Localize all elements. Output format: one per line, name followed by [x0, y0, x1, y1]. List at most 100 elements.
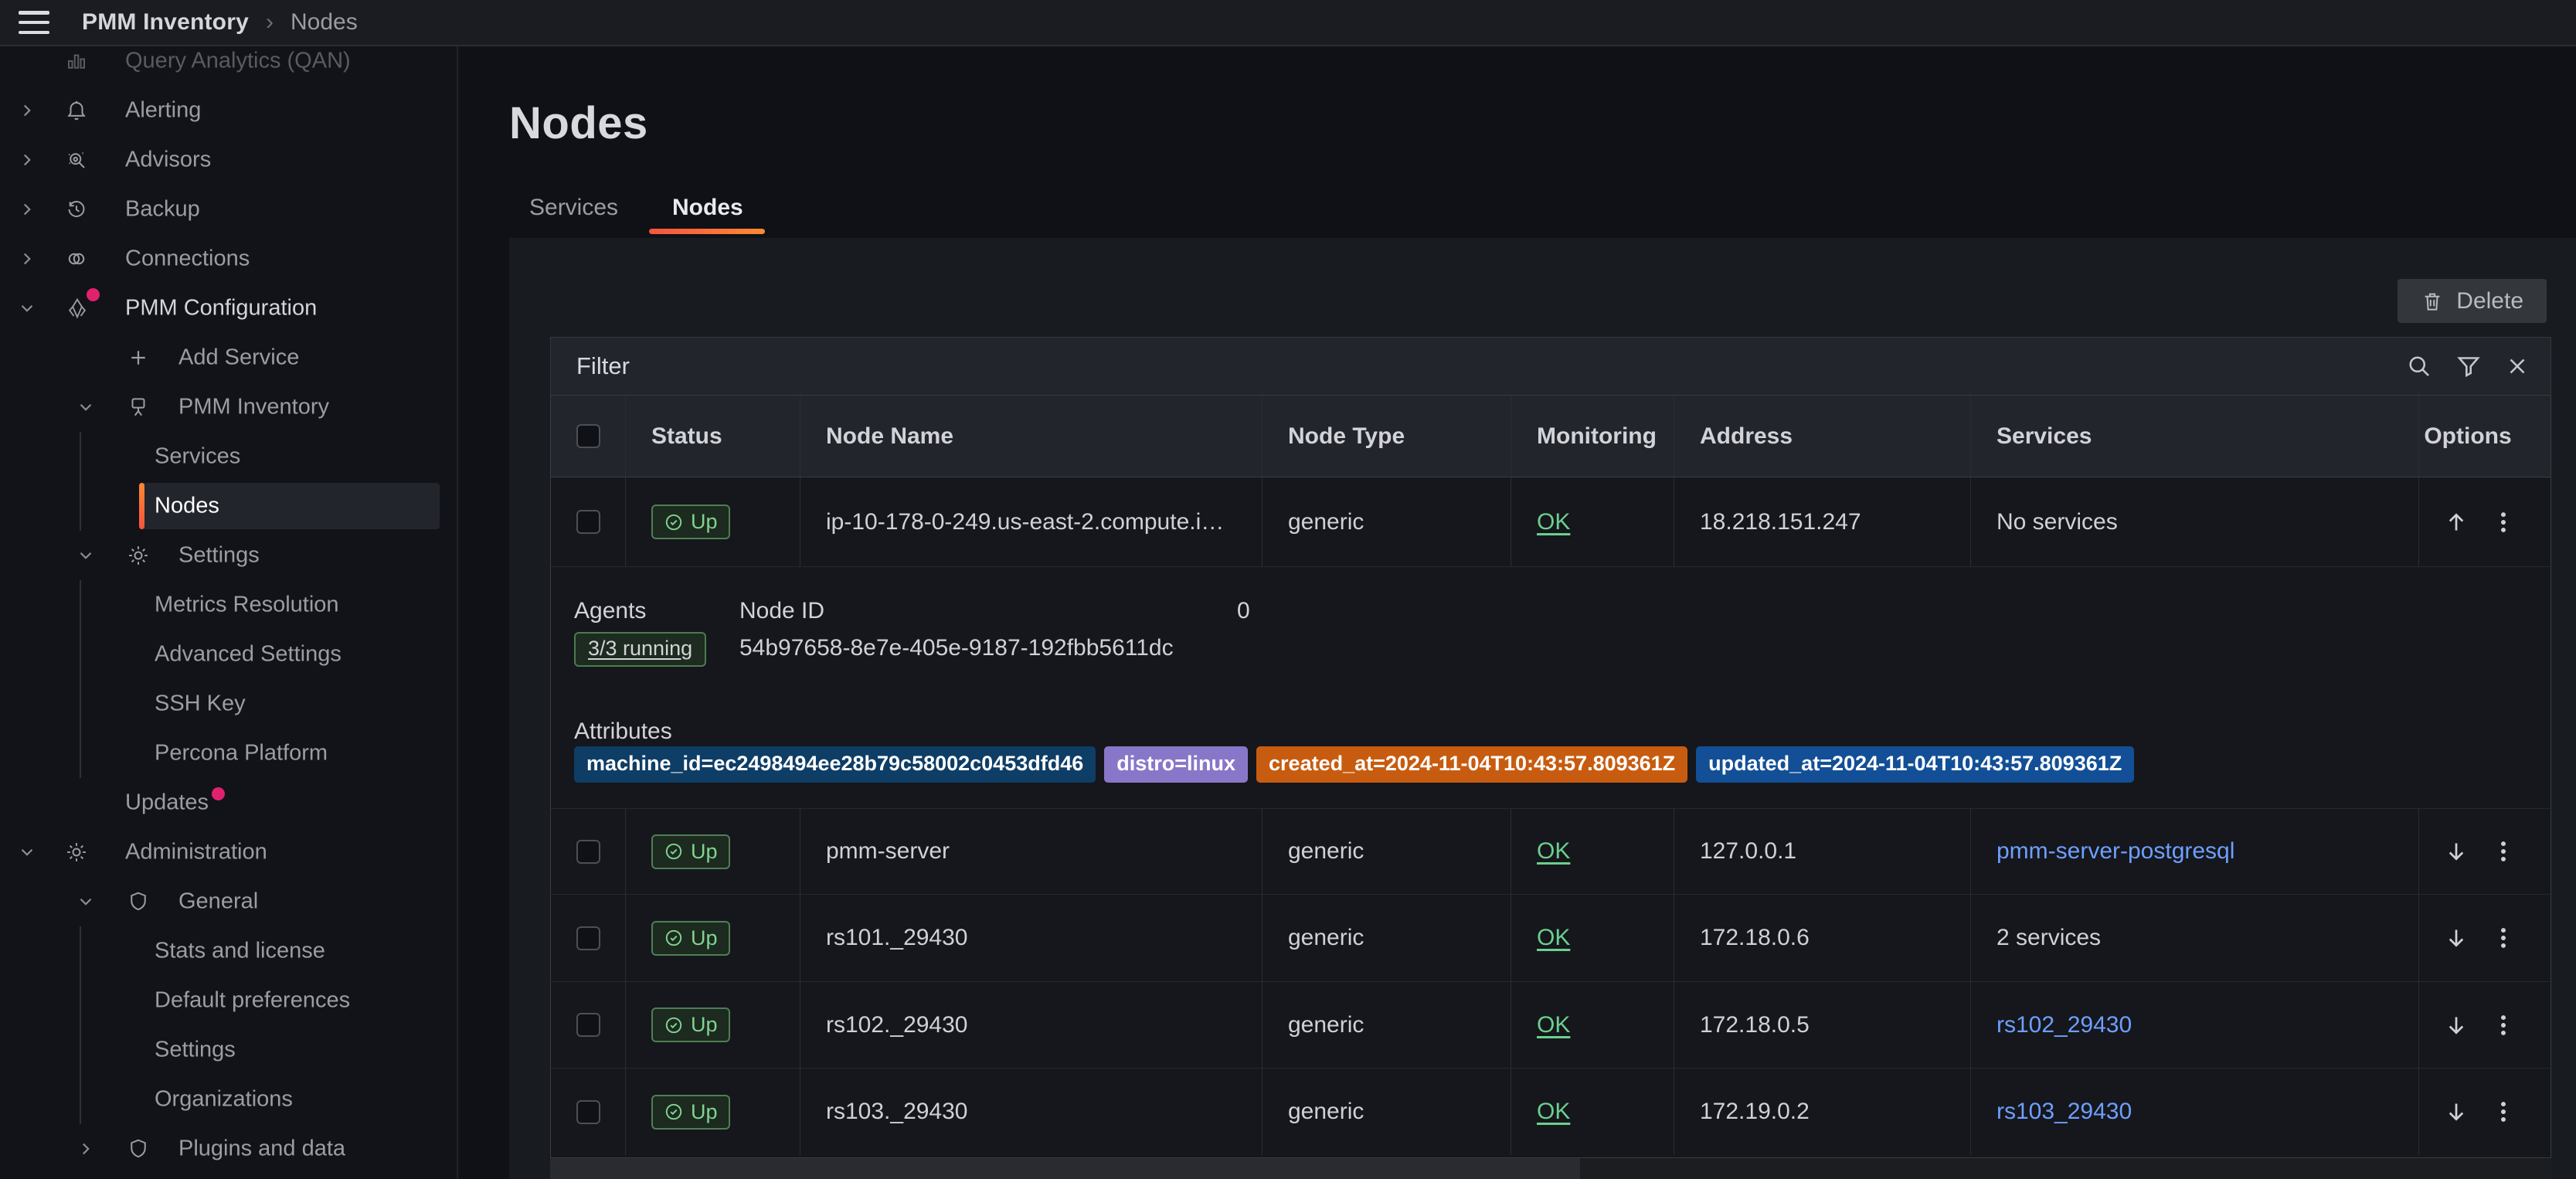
- chevron-right-icon[interactable]: [17, 150, 37, 170]
- select-all-checkbox[interactable]: [576, 424, 600, 448]
- sidebar-item-label: Stats and license: [155, 939, 325, 964]
- chevron-down-icon[interactable]: [17, 298, 37, 318]
- agents-running-badge[interactable]: 3/3 running: [574, 632, 706, 667]
- sidebar-item-percona-platform[interactable]: Percona Platform: [0, 729, 457, 778]
- row-checkbox[interactable]: [576, 510, 600, 534]
- shield-icon: [127, 890, 150, 913]
- sidebar-item-organizations[interactable]: Organizations: [0, 1075, 457, 1124]
- node-type: generic: [1263, 477, 1511, 566]
- close-icon[interactable]: [2504, 353, 2530, 379]
- sidebar-item-connections[interactable]: Connections: [0, 234, 457, 284]
- advisors-magnifier-icon: [65, 148, 88, 172]
- attribute-badge-updated-at: updated_at=2024-11-04T10:43:57.809361Z: [1696, 746, 2134, 783]
- row-checkbox[interactable]: [576, 840, 600, 864]
- node-name: pmm-server: [800, 809, 1263, 894]
- sidebar-item-administration[interactable]: Administration: [0, 827, 457, 877]
- tab-services[interactable]: Services: [529, 195, 618, 221]
- sidebar: Query Analytics (QAN) Alerting Advisor: [0, 0, 458, 1179]
- monitoring-ok-link[interactable]: OK: [1537, 1099, 1570, 1125]
- table-row-ip-10-178-0-249[interactable]: Up ip-10-178-0-249.us-east-2.compute.i… …: [551, 477, 2551, 567]
- sidebar-item-services[interactable]: Services: [0, 432, 457, 481]
- sidebar-item-label: Backup: [125, 197, 200, 223]
- expand-row-arrow-down-icon[interactable]: [2442, 1011, 2470, 1039]
- table-row-rs103[interactable]: Up rs103._29430 generic OK 172.19.0.2 rs…: [551, 1069, 2551, 1155]
- check-circle-icon: [664, 841, 684, 861]
- expand-row-arrow-down-icon[interactable]: [2442, 924, 2470, 952]
- tab-nodes[interactable]: Nodes: [672, 195, 743, 221]
- nav-group-guide-line: [80, 432, 81, 531]
- expand-row-arrow-down-icon[interactable]: [2442, 838, 2470, 865]
- chevron-right-icon[interactable]: [76, 1139, 96, 1159]
- collapse-row-arrow-up-icon[interactable]: [2442, 508, 2470, 536]
- node-address: 172.19.0.2: [1674, 1069, 1971, 1155]
- service-link[interactable]: rs103_29430: [1997, 1099, 2132, 1125]
- kebab-menu-icon[interactable]: [2490, 925, 2517, 951]
- expand-row-arrow-down-icon[interactable]: [2442, 1098, 2470, 1126]
- sidebar-item-updates[interactable]: Updates: [0, 778, 457, 827]
- service-link[interactable]: pmm-server-postgresql: [1997, 838, 2234, 865]
- node-name: ip-10-178-0-249.us-east-2.compute.i…: [800, 477, 1263, 566]
- sidebar-item-default-preferences[interactable]: Default preferences: [0, 976, 457, 1025]
- server-icon: [127, 396, 150, 419]
- column-header-address[interactable]: Address: [1674, 396, 1971, 477]
- monitoring-ok-link[interactable]: OK: [1537, 925, 1570, 951]
- kebab-menu-icon[interactable]: [2490, 1099, 2517, 1125]
- table-header-row: Status Node Name Node Type Monitoring Ad…: [551, 396, 2551, 477]
- chevron-right-icon[interactable]: [17, 249, 37, 269]
- row-checkbox[interactable]: [576, 1013, 600, 1037]
- sidebar-item-metrics-resolution[interactable]: Metrics Resolution: [0, 580, 457, 630]
- hamburger-menu-icon[interactable]: [19, 11, 49, 34]
- row-checkbox[interactable]: [576, 926, 600, 950]
- scrollbar-thumb[interactable]: [550, 1158, 1580, 1179]
- sidebar-item-add-service[interactable]: Add Service: [0, 333, 457, 382]
- row-checkbox[interactable]: [576, 1100, 600, 1124]
- sidebar-item-general[interactable]: General: [0, 877, 457, 926]
- table-row-rs101[interactable]: Up rs101._29430 generic OK 172.18.0.6 2 …: [551, 895, 2551, 982]
- kebab-menu-icon[interactable]: [2490, 838, 2517, 865]
- sidebar-item-plugins-and-data[interactable]: Plugins and data: [0, 1124, 457, 1174]
- funnel-icon[interactable]: [2455, 352, 2483, 380]
- column-header-services[interactable]: Services: [1971, 396, 2419, 477]
- sidebar-item-advisors[interactable]: Advisors: [0, 135, 457, 185]
- delete-button[interactable]: Delete: [2398, 279, 2547, 323]
- sidebar-item-advanced-settings[interactable]: Advanced Settings: [0, 630, 457, 679]
- kebab-menu-icon[interactable]: [2490, 509, 2517, 535]
- service-link[interactable]: rs102_29430: [1997, 1012, 2132, 1038]
- sidebar-item-label: Query Analytics (QAN): [125, 49, 351, 74]
- sidebar-item-alerting[interactable]: Alerting: [0, 86, 457, 135]
- column-header-monitoring[interactable]: Monitoring: [1511, 396, 1674, 477]
- chevron-down-icon[interactable]: [76, 892, 96, 912]
- table-row-rs102[interactable]: Up rs102._29430 generic OK 172.18.0.5 rs…: [551, 982, 2551, 1069]
- notification-dot: [87, 288, 100, 301]
- delete-button-label: Delete: [2456, 288, 2523, 314]
- table-row-pmm-server[interactable]: Up pmm-server generic OK 127.0.0.1 pmm-s…: [551, 809, 2551, 895]
- sidebar-item-nodes[interactable]: Nodes: [0, 481, 457, 531]
- sidebar-item-backup[interactable]: Backup: [0, 185, 457, 234]
- chevron-right-icon[interactable]: [17, 199, 37, 219]
- sidebar-item-ssh-key[interactable]: SSH Key: [0, 679, 457, 729]
- sidebar-item-pmm-configuration[interactable]: PMM Configuration: [0, 284, 457, 333]
- sidebar-item-settings-general[interactable]: Settings: [0, 1025, 457, 1075]
- search-icon[interactable]: [2405, 352, 2433, 380]
- attribute-badge-created-at: created_at=2024-11-04T10:43:57.809361Z: [1256, 746, 1687, 783]
- node-name: rs101._29430: [800, 895, 1263, 981]
- column-header-status[interactable]: Status: [626, 396, 800, 477]
- kebab-menu-icon[interactable]: [2490, 1012, 2517, 1038]
- chevron-down-icon[interactable]: [76, 397, 96, 417]
- sidebar-item-label: Nodes: [155, 494, 219, 519]
- monitoring-ok-link[interactable]: OK: [1537, 509, 1570, 535]
- sidebar-item-label: Organizations: [155, 1087, 293, 1113]
- sidebar-item-pmm-inventory[interactable]: PMM Inventory: [0, 382, 457, 432]
- chevron-down-icon[interactable]: [17, 842, 37, 862]
- node-address: 127.0.0.1: [1674, 809, 1971, 894]
- column-header-node-name[interactable]: Node Name: [800, 396, 1263, 477]
- breadcrumb-pmm-inventory[interactable]: PMM Inventory: [82, 9, 249, 36]
- chevron-right-icon[interactable]: [17, 100, 37, 121]
- monitoring-ok-link[interactable]: OK: [1537, 1012, 1570, 1038]
- sidebar-item-settings[interactable]: Settings: [0, 531, 457, 580]
- chevron-down-icon[interactable]: [76, 545, 96, 566]
- attributes-label: Attributes: [574, 719, 672, 745]
- sidebar-item-stats-and-license[interactable]: Stats and license: [0, 926, 457, 976]
- column-header-node-type[interactable]: Node Type: [1263, 396, 1511, 477]
- monitoring-ok-link[interactable]: OK: [1537, 838, 1570, 865]
